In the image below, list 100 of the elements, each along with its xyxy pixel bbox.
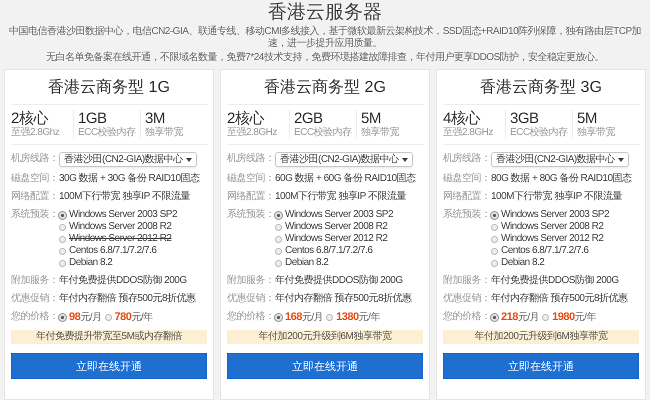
price-unit: 元/年 bbox=[131, 312, 153, 324]
buy-button[interactable]: 立即在线开通 bbox=[227, 353, 423, 379]
spec-value: 5M bbox=[577, 110, 597, 127]
radio-button[interactable] bbox=[491, 248, 498, 254]
field-value: 100M下行带宽 独享IP 不限流量 bbox=[59, 191, 190, 203]
field-label: 您的价格： bbox=[227, 311, 275, 323]
field-value: 100M下行带宽 独享IP 不限流量 bbox=[275, 191, 406, 203]
os-option: Centos 6.8/7.1/7.2/7.6 bbox=[285, 245, 372, 257]
spec-value: 3M bbox=[145, 110, 165, 127]
radio-button[interactable] bbox=[542, 314, 550, 321]
radio-button[interactable] bbox=[104, 314, 112, 321]
spec-caption: ECC校验内存 bbox=[510, 127, 568, 139]
radio-button[interactable] bbox=[275, 224, 282, 230]
spec-value: 4核心 bbox=[443, 110, 480, 127]
radio-button[interactable] bbox=[59, 212, 66, 218]
radio-button[interactable] bbox=[275, 314, 282, 321]
field-value: 年付免费提供DDOS防御 200G bbox=[491, 275, 619, 287]
spec-value: 2核心 bbox=[227, 110, 264, 127]
field-label: 您的价格： bbox=[11, 311, 59, 323]
spec-caption: 独享带宽 bbox=[145, 127, 183, 139]
os-option: Windows Server 2012 R2 bbox=[501, 233, 604, 245]
os-option: Windows Server 2003 SP2 bbox=[285, 209, 394, 221]
promo-note: 年付加200元升级到6M独享带宽 bbox=[227, 330, 423, 344]
field-label: 磁盘空间： bbox=[11, 173, 59, 185]
os-option: Debian 8.2 bbox=[501, 257, 544, 269]
price-unit: 元/月 bbox=[80, 312, 102, 324]
radio-button[interactable] bbox=[491, 224, 498, 230]
spec-value: 5M bbox=[361, 110, 381, 127]
field-value: 年付免费提供DDOS防御 200G bbox=[275, 275, 403, 287]
field-label: 网络配置： bbox=[443, 191, 491, 203]
radio-button[interactable] bbox=[59, 314, 66, 321]
field-value: 年付内存翻倍 预存500元8折优惠 bbox=[59, 293, 196, 305]
intro-text: 无白名单免备案在线开通，不限域名数量，免费7*24技术支持，免费环境搭建故障排查，年付用户更享DDOS防护，安全稳定更放心。 bbox=[46, 52, 604, 64]
spec-caption: ECC校验内存 bbox=[294, 127, 352, 139]
plan-title: 香港云商务型 1G bbox=[11, 70, 207, 105]
field-label: 优惠促销： bbox=[227, 293, 275, 305]
datacenter-select[interactable]: 香港沙田(CN2-GIA)数据中心 bbox=[491, 152, 629, 167]
os-option: Debian 8.2 bbox=[69, 257, 112, 269]
price-unit: 元/年 bbox=[358, 312, 380, 324]
field-label: 系统预装： bbox=[11, 209, 59, 221]
field-label: 磁盘空间： bbox=[443, 173, 491, 185]
field-label: 附加服务： bbox=[443, 275, 491, 287]
price-amount: 98 bbox=[69, 311, 80, 323]
field-value: 30G 数据 + 30G 备份 RAID10固态 bbox=[59, 173, 200, 185]
field-label: 机房线路： bbox=[227, 153, 275, 165]
os-option: Centos 6.8/7.1/7.2/7.6 bbox=[501, 245, 588, 257]
radio-button[interactable] bbox=[491, 236, 498, 242]
radio-button[interactable] bbox=[275, 212, 282, 218]
field-label: 磁盘空间： bbox=[227, 173, 275, 185]
spec-value: 1GB bbox=[78, 110, 107, 127]
caret-icon bbox=[186, 158, 192, 162]
field-label: 您的价格： bbox=[443, 311, 491, 323]
price-amount: 168 bbox=[285, 311, 302, 323]
field-label: 系统预装： bbox=[227, 209, 275, 221]
datacenter-select[interactable]: 香港沙田(CN2-GIA)数据中心 bbox=[59, 152, 197, 167]
plan-title: 香港云商务型 2G bbox=[227, 70, 423, 105]
price-amount: 218 bbox=[501, 311, 518, 323]
price-unit: 元/月 bbox=[518, 312, 540, 324]
price-unit: 元/月 bbox=[302, 312, 324, 324]
spec-value: 2GB bbox=[294, 110, 323, 127]
field-label: 系统预装： bbox=[443, 209, 491, 221]
spec-value: 3GB bbox=[510, 110, 539, 127]
os-option: Windows Server 2003 SP2 bbox=[69, 209, 178, 221]
os-option: Windows Server 2008 R2 bbox=[501, 221, 604, 233]
buy-button[interactable]: 立即在线开通 bbox=[11, 353, 207, 379]
radio-button[interactable] bbox=[275, 248, 282, 254]
os-option: Windows Server 2012 R2 bbox=[285, 233, 388, 245]
os-option: Centos 6.8/7.1/7.2/7.6 bbox=[69, 245, 156, 257]
intro-text: 中国电信香港沙田数据中心，电信CN2-GIA、联通专线、移动CMI多线接入，基于微软最新云架构技术，SSD固态+RAID10阵列保障，独有路由层TCP加速，进一步提升应用质量。 bbox=[8, 26, 642, 50]
os-option: Windows Server 2012 R2 bbox=[69, 233, 172, 245]
os-option: Windows Server 2003 SP2 bbox=[501, 209, 610, 221]
radio-button[interactable] bbox=[491, 212, 498, 218]
radio-button[interactable] bbox=[59, 248, 66, 254]
radio-button[interactable] bbox=[275, 236, 282, 242]
field-value: 年付免费提供DDOS防御 200G bbox=[59, 275, 187, 287]
os-option: Debian 8.2 bbox=[285, 257, 328, 269]
price-amount: 1380 bbox=[336, 311, 359, 323]
radio-button[interactable] bbox=[59, 224, 66, 230]
spec-caption: 至强2.8GHz bbox=[443, 127, 493, 139]
datacenter-select[interactable]: 香港沙田(CN2-GIA)数据中心 bbox=[275, 152, 413, 167]
radio-button[interactable] bbox=[275, 260, 282, 266]
radio-button[interactable] bbox=[491, 260, 498, 266]
caret-icon bbox=[618, 158, 624, 162]
field-value: 60G 数据 + 60G 备份 RAID10固态 bbox=[275, 173, 416, 185]
field-label: 网络配置： bbox=[227, 191, 275, 203]
field-label: 附加服务： bbox=[227, 275, 275, 287]
spec-value: 2核心 bbox=[11, 110, 48, 127]
buy-button[interactable]: 立即在线开通 bbox=[443, 353, 639, 379]
radio-button[interactable] bbox=[326, 314, 334, 321]
spec-caption: 独享带宽 bbox=[577, 127, 615, 139]
promo-note: 年付加200元升级到6M独享带宽 bbox=[443, 330, 639, 344]
radio-button[interactable] bbox=[59, 260, 66, 266]
field-label: 机房线路： bbox=[443, 153, 491, 165]
price-unit: 元/年 bbox=[574, 312, 596, 324]
promo-note: 年付免费提升带宽至5M或内存翻倍 bbox=[11, 330, 207, 344]
field-value: 年付内存翻倍 预存500元8折优惠 bbox=[491, 293, 628, 305]
radio-button[interactable] bbox=[491, 314, 498, 321]
price-amount: 780 bbox=[114, 311, 132, 323]
field-value: 100M下行带宽 独享IP 不限流量 bbox=[491, 191, 622, 203]
spec-caption: ECC校验内存 bbox=[78, 127, 136, 139]
